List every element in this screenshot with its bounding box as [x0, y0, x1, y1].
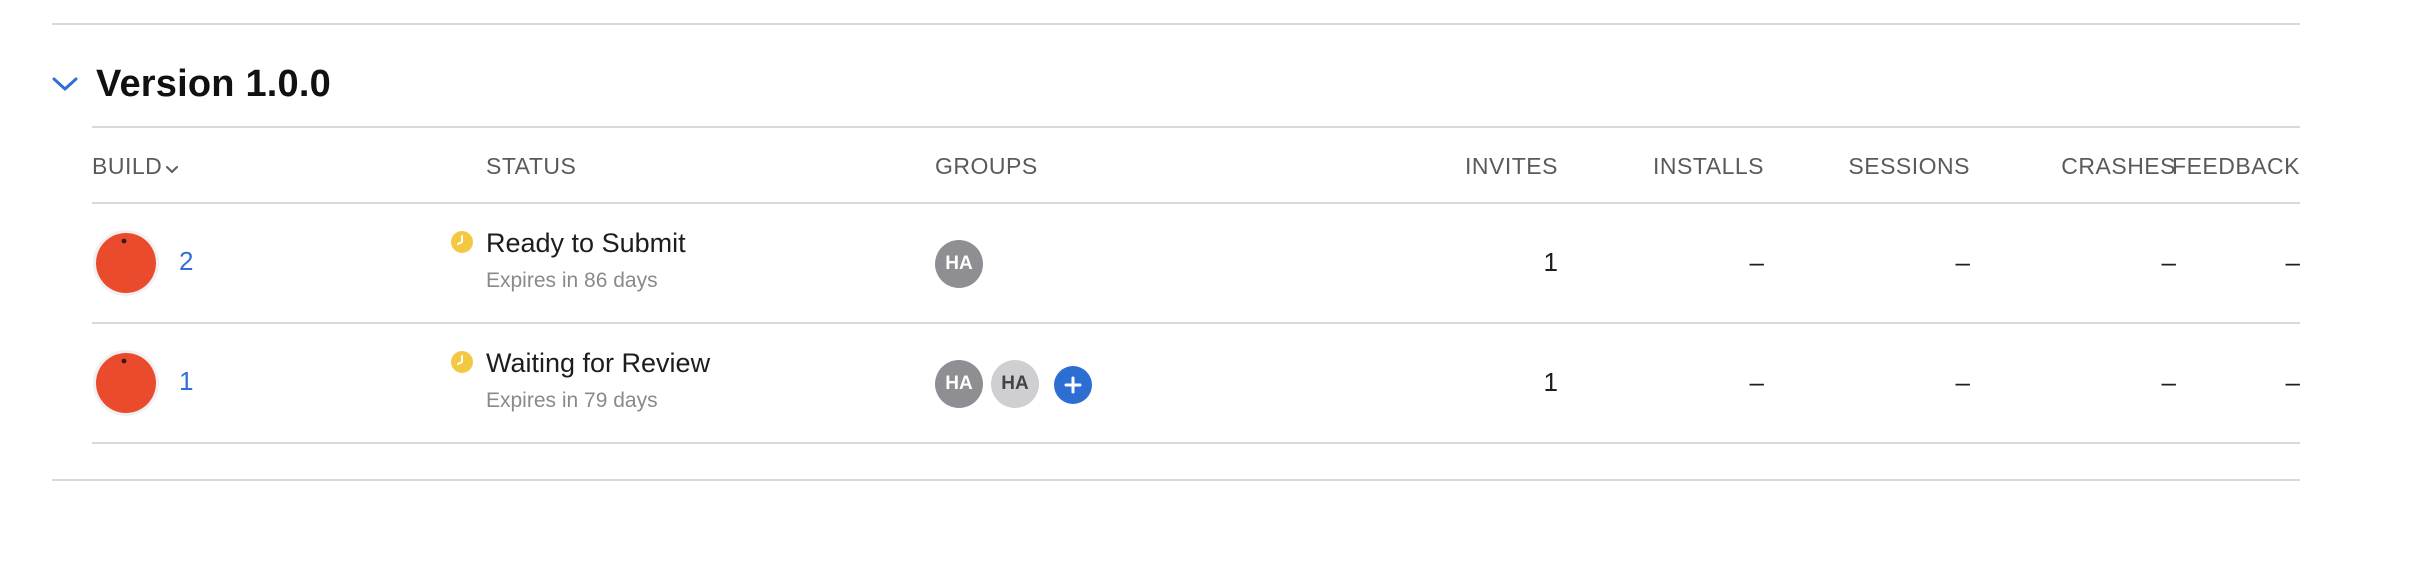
plus-icon	[1064, 376, 1082, 394]
table-header: BUILD STATUS GROUPS INVITES INSTALLS SES…	[92, 126, 2300, 204]
version-title: Version 1.0.0	[96, 62, 331, 105]
builds-table: BUILD STATUS GROUPS INVITES INSTALLS SES…	[92, 126, 2300, 444]
column-header-build[interactable]: BUILD	[92, 153, 179, 181]
group-avatar[interactable]: HA	[935, 360, 983, 408]
section-bottom-divider	[52, 479, 2300, 481]
section-top-divider	[52, 23, 2300, 25]
feedback-value: –	[2285, 247, 2300, 277]
build-expiry: Expires in 79 days	[486, 389, 658, 412]
version-section-header: Version 1.0.0	[52, 54, 331, 114]
clock-icon	[450, 350, 474, 374]
build-number-link[interactable]: 2	[179, 246, 193, 277]
build-expiry: Expires in 86 days	[486, 269, 658, 292]
build-number-link[interactable]: 1	[179, 366, 193, 397]
table-row[interactable]: 2 Ready to Submit Expires in 86 days HA …	[92, 204, 2300, 324]
build-status: Waiting for Review	[486, 348, 711, 378]
column-header-groups: GROUPS	[935, 153, 1038, 179]
add-group-button[interactable]	[1054, 366, 1092, 404]
build-status: Ready to Submit	[486, 228, 686, 258]
app-icon[interactable]	[96, 353, 156, 413]
sort-chevron-icon	[165, 154, 179, 181]
column-label: BUILD	[92, 153, 163, 179]
collapse-chevron-icon[interactable]	[52, 71, 78, 97]
column-header-status: STATUS	[486, 153, 577, 179]
app-icon[interactable]	[96, 233, 156, 293]
clock-icon	[450, 230, 474, 254]
feedback-value: –	[2285, 367, 2300, 397]
table-row[interactable]: 1 Waiting for Review Expires in 79 days …	[92, 324, 2300, 444]
group-avatar[interactable]: HA	[991, 360, 1039, 408]
column-header-feedback: FEEDBACK	[2172, 153, 2300, 179]
group-avatar[interactable]: HA	[935, 240, 983, 288]
